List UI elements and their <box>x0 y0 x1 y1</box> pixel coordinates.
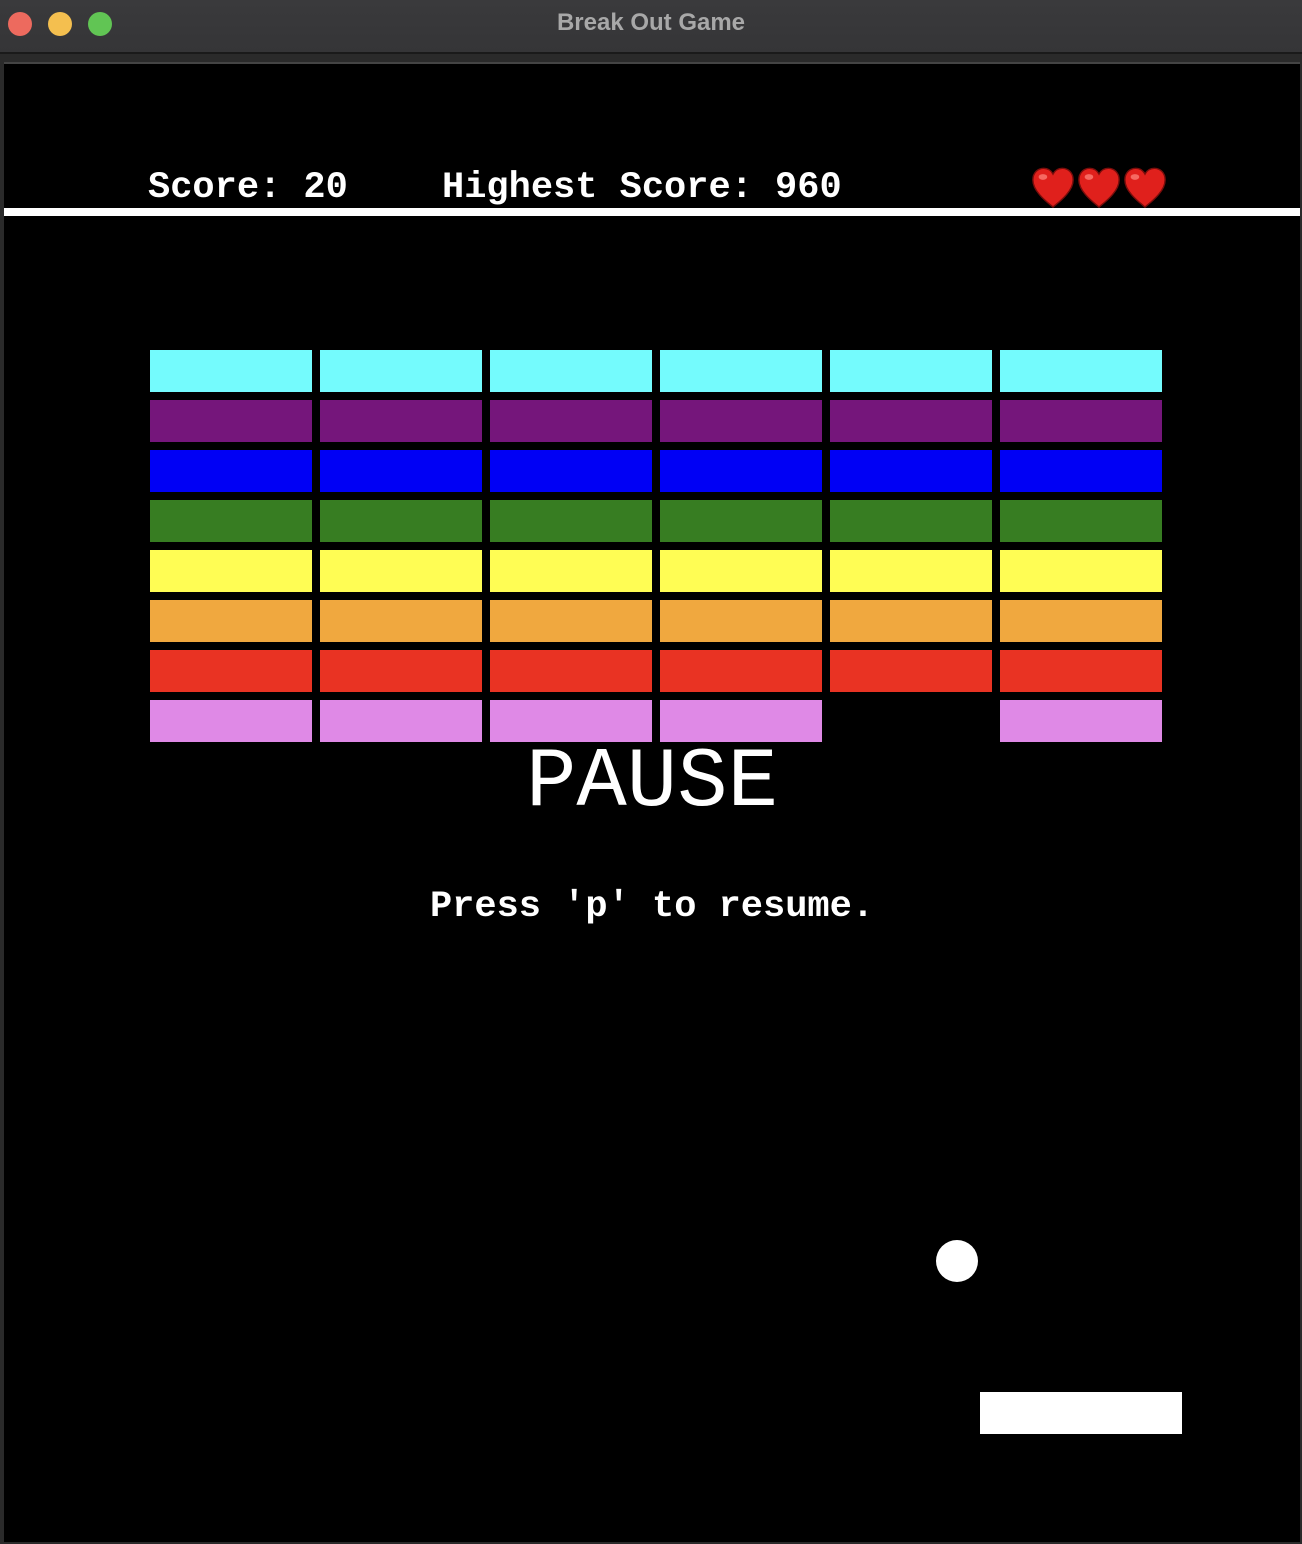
brick <box>660 500 822 542</box>
brick <box>830 600 992 642</box>
brick <box>150 600 312 642</box>
brick <box>490 600 652 642</box>
brick <box>660 350 822 392</box>
brick <box>830 400 992 442</box>
brick <box>660 550 822 592</box>
heart-icon <box>1032 167 1074 209</box>
app-window: Break Out Game Score: 20 Highest Score: … <box>0 0 1302 1544</box>
brick <box>150 450 312 492</box>
brick <box>150 500 312 542</box>
hud-divider <box>4 208 1300 216</box>
brick <box>320 400 482 442</box>
window-title: Break Out Game <box>556 9 746 36</box>
game-canvas[interactable]: Score: 20 Highest Score: 960 PAUSE Press… <box>4 62 1300 1542</box>
brick <box>320 500 482 542</box>
brick <box>660 450 822 492</box>
brick <box>150 400 312 442</box>
brick <box>660 600 822 642</box>
brick <box>660 650 822 692</box>
brick <box>320 600 482 642</box>
brick <box>320 650 482 692</box>
brick <box>320 350 482 392</box>
brick <box>660 400 822 442</box>
brick <box>320 450 482 492</box>
ball <box>936 1240 978 1282</box>
brick <box>1000 600 1162 642</box>
brick <box>830 550 992 592</box>
brick <box>490 650 652 692</box>
brick <box>1000 350 1162 392</box>
brick <box>830 650 992 692</box>
score-label: Score: 20 <box>148 167 348 209</box>
heart-icon <box>1078 167 1120 209</box>
brick <box>1000 400 1162 442</box>
lives-indicator <box>1030 164 1168 210</box>
brick <box>1000 500 1162 542</box>
brick <box>490 500 652 542</box>
brick <box>1000 650 1162 692</box>
brick <box>150 350 312 392</box>
brick <box>490 550 652 592</box>
brick <box>490 350 652 392</box>
paddle[interactable] <box>980 1392 1182 1434</box>
title-bar: Break Out Game <box>0 0 1302 54</box>
brick <box>830 350 992 392</box>
heart-icon <box>1124 167 1166 209</box>
brick <box>490 450 652 492</box>
brick <box>1000 450 1162 492</box>
pause-title: PAUSE <box>525 736 779 831</box>
brick <box>1000 550 1162 592</box>
brick <box>150 550 312 592</box>
brick <box>830 500 992 542</box>
brick <box>320 550 482 592</box>
resume-instruction: Press 'p' to resume. <box>429 886 875 928</box>
highest-score-label: Highest Score: 960 <box>442 167 842 209</box>
brick <box>490 400 652 442</box>
brick <box>830 450 992 492</box>
brick <box>150 650 312 692</box>
